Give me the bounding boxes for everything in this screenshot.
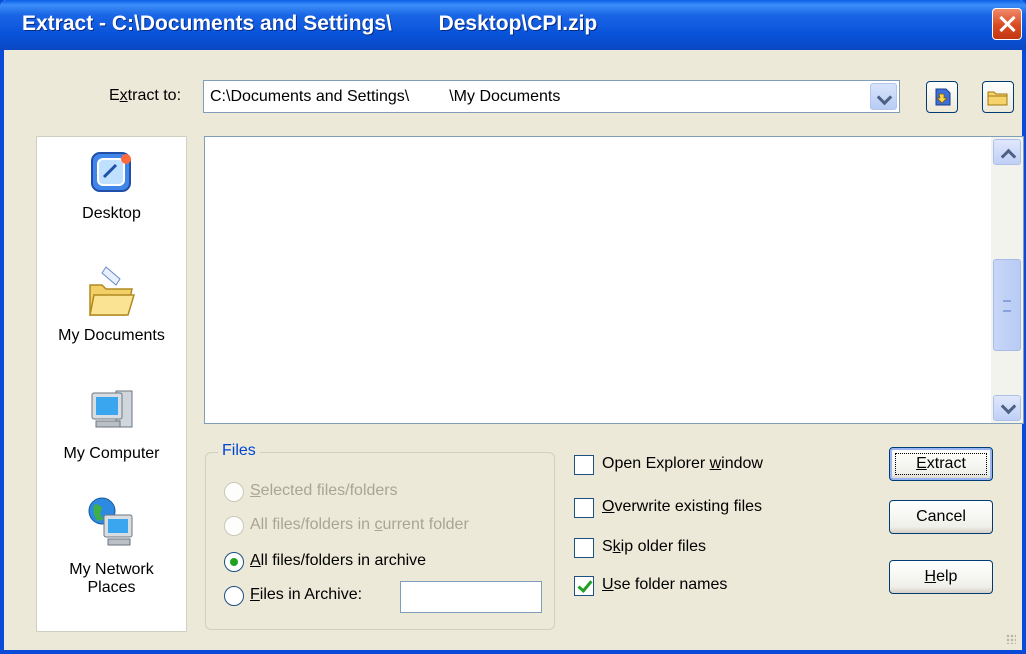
place-label-line1: My Network	[69, 561, 154, 578]
place-label: My Documents	[58, 327, 165, 344]
checkbox-label: Overwrite existing files	[602, 498, 763, 515]
extract-path-value: C:\Documents and Settings\ \My Documents	[210, 88, 561, 105]
extract-path-combobox[interactable]: C:\Documents and Settings\ \My Documents	[203, 80, 900, 113]
my-documents-icon	[88, 266, 135, 316]
radio-label: All files/folders in current folder	[250, 516, 469, 533]
close-button[interactable]	[992, 8, 1022, 40]
resize-grip[interactable]	[1006, 634, 1016, 644]
radio-label: Files in Archive:	[250, 586, 363, 603]
vertical-scrollbar[interactable]	[991, 137, 1023, 423]
radio-button[interactable]	[224, 552, 244, 572]
checkbox[interactable]	[574, 576, 594, 596]
radio-button[interactable]	[224, 516, 244, 536]
place-my-computer[interactable]: My Computer	[37, 383, 186, 463]
focus-rectangle	[895, 453, 987, 475]
files-group-legend: Files	[218, 442, 260, 460]
checkbox-label: Open Explorer window	[602, 455, 763, 472]
checkbox-label: Use folder names	[602, 576, 728, 593]
cancel-button[interactable]: Cancel	[889, 500, 993, 534]
checkbox[interactable]	[574, 455, 594, 475]
place-desktop[interactable]: Desktop	[37, 147, 186, 223]
help-button[interactable]: Help	[889, 560, 993, 594]
radio-label: Selected files/folders	[250, 482, 398, 499]
place-my-network-places[interactable]: My Network Places	[37, 493, 186, 597]
network-places-icon	[88, 497, 132, 546]
new-folder-button[interactable]	[982, 81, 1014, 113]
files-in-archive-input[interactable]	[400, 581, 542, 613]
checkbox[interactable]	[574, 538, 594, 558]
my-computer-icon	[91, 390, 132, 428]
radio-label: All files/folders in archive	[250, 552, 427, 569]
desktop-icon	[90, 152, 131, 192]
extract-to-label: Extract to:	[109, 87, 182, 104]
radio-button[interactable]	[224, 482, 244, 502]
new-folder-icon	[987, 91, 1008, 106]
checkbox-label: Skip older files	[602, 538, 707, 555]
extract-button[interactable]: Extract	[889, 447, 993, 481]
place-label: My Computer	[63, 445, 160, 462]
scroll-down-button[interactable]	[993, 395, 1021, 421]
scroll-up-button[interactable]	[993, 139, 1021, 165]
places-bar: Desktop My Documents My Computer My Netw…	[36, 136, 187, 632]
place-label-line2: Places	[87, 579, 136, 596]
folder-tree[interactable]	[204, 136, 1024, 424]
title-bar[interactable]: Extract - C:\Documents and Settings\ Des…	[0, 0, 1026, 50]
up-folder-button[interactable]	[926, 81, 958, 113]
window-title: Extract - C:\Documents and Settings\ Des…	[22, 12, 598, 35]
place-my-documents[interactable]: My Documents	[37, 261, 186, 345]
up-folder-icon	[935, 88, 951, 106]
radio-button[interactable]	[224, 586, 244, 606]
scroll-thumb[interactable]	[993, 259, 1021, 351]
checkbox[interactable]	[574, 498, 594, 518]
chevron-down-icon[interactable]	[870, 83, 897, 110]
extract-dialog: Extract - C:\Documents and Settings\ Des…	[0, 0, 1026, 654]
place-label: Desktop	[82, 205, 141, 222]
